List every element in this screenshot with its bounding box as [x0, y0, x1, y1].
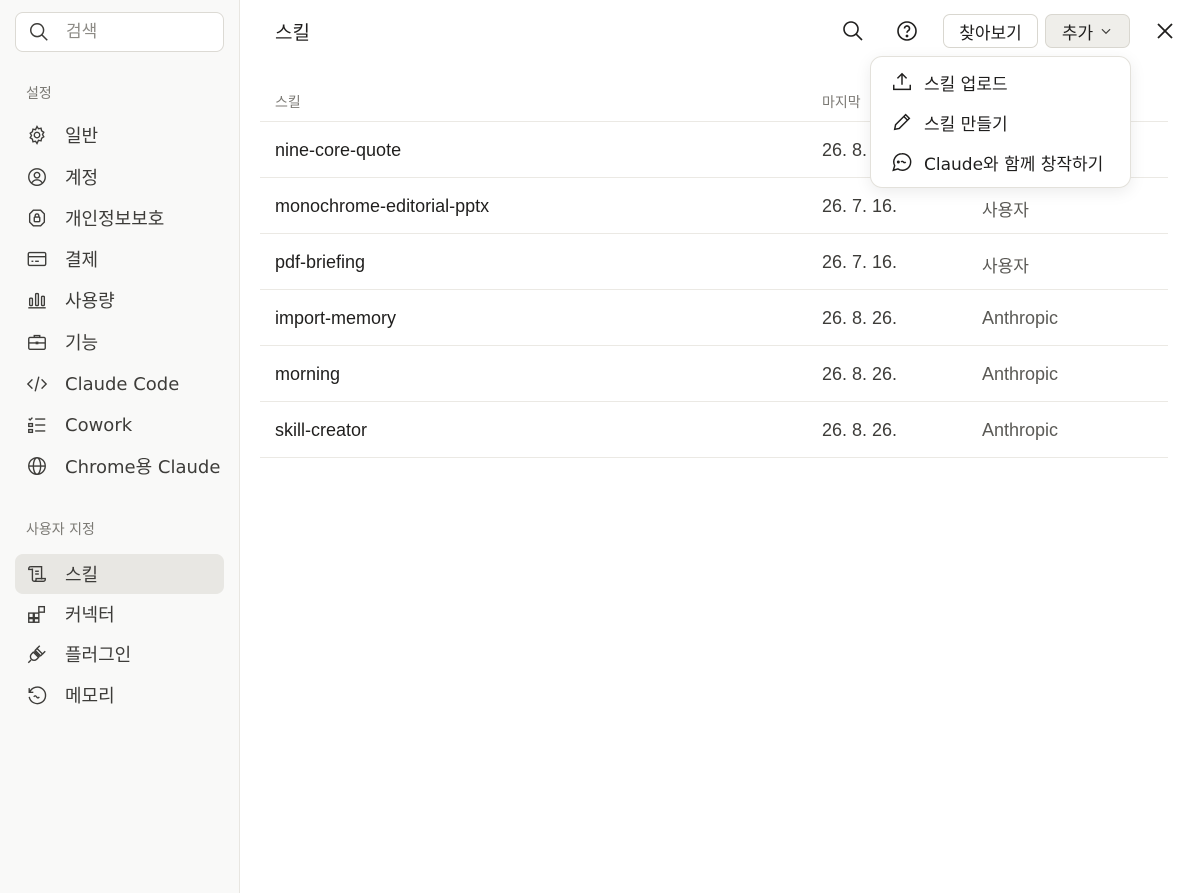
chevron-down-icon	[1101, 28, 1111, 35]
skill-name: import-memory	[275, 308, 397, 328]
table-row[interactable]: morning 26. 8. 26. Anthropic	[260, 346, 1168, 402]
add-button-label: 추가	[1061, 23, 1094, 44]
bar-chart-icon	[26, 289, 48, 311]
plug-icon	[26, 643, 48, 665]
search-button[interactable]	[836, 14, 870, 48]
sidebar-item-label: 일반	[65, 126, 99, 147]
table-row[interactable]: pdf-briefing 26. 7. 16. 사용자	[260, 234, 1168, 290]
sidebar-item-label: 사용량	[65, 291, 115, 312]
custom-section-label: 사용자 지정	[26, 522, 95, 538]
skill-date: 26. 8. 26.	[822, 308, 898, 328]
sidebar-item-general[interactable]: 일반	[15, 115, 224, 155]
skill-name: pdf-briefing	[275, 252, 366, 272]
sidebar-item-plugins[interactable]: 플러그인	[15, 634, 224, 674]
sidebar-item-billing[interactable]: 결제	[15, 239, 224, 279]
sidebar-item-label: 스킬	[65, 565, 99, 586]
globe-icon	[26, 455, 48, 477]
upload-icon	[893, 72, 911, 91]
skill-date: 26. 7. 16.	[822, 196, 898, 216]
credit-card-icon	[26, 248, 48, 270]
sidebar-item-features[interactable]: 기능	[15, 322, 224, 362]
skill-author: 사용자	[982, 257, 1029, 277]
sidebar-item-label: 플러그인	[65, 645, 132, 666]
sidebar-item-privacy[interactable]: 개인정보보호	[15, 198, 224, 238]
settings-section-label: 설정	[26, 86, 52, 102]
blocks-icon	[26, 603, 48, 625]
sidebar-item-label: 개인정보보호	[65, 209, 165, 230]
sidebar-item-memory[interactable]: 메모리	[15, 675, 224, 715]
skill-name: morning	[275, 364, 341, 384]
code-icon	[26, 373, 48, 395]
skill-author: 사용자	[982, 201, 1029, 221]
menu-item-create-with-claude[interactable]: Claude와 함께 창작하기	[879, 144, 1124, 180]
sidebar-item-label: Cowork	[65, 414, 133, 436]
menu-item-upload-skill[interactable]: 스킬 업로드	[879, 64, 1124, 100]
sidebar-item-claude-code[interactable]: Claude Code	[15, 364, 224, 404]
sidebar-item-connectors[interactable]: 커넥터	[15, 594, 224, 634]
help-button[interactable]	[890, 14, 924, 48]
sidebar-item-label: Chrome용 Claude	[65, 457, 221, 478]
skill-date: 26. 8. 26.	[822, 364, 898, 384]
sidebar-item-label: 커넥터	[65, 605, 115, 626]
sidebar-item-label: 계정	[65, 168, 99, 189]
sidebar-item-chrome[interactable]: Chrome용 Claude	[15, 446, 224, 486]
search-input[interactable]	[66, 22, 216, 42]
history-icon	[26, 684, 48, 706]
search-icon	[30, 23, 48, 41]
scroll-icon	[26, 563, 48, 585]
add-button[interactable]: 추가	[1045, 14, 1130, 48]
column-header-skill[interactable]: 스킬	[275, 92, 301, 112]
briefcase-icon	[26, 331, 48, 353]
menu-item-label: 스킬 만들기	[924, 114, 1008, 135]
sidebar: 설정 일반 계정 개인정보보호 결제 사용량 기능 Claude Code Co…	[0, 0, 240, 893]
sidebar-item-usage[interactable]: 사용량	[15, 280, 224, 320]
sidebar-item-label: 결제	[65, 250, 99, 271]
page-title: 스킬	[275, 22, 310, 44]
skill-date: 26. 7. 16.	[822, 252, 898, 272]
browse-button[interactable]: 찾아보기	[943, 14, 1038, 48]
table-row[interactable]: import-memory 26. 8. 26. Anthropic	[260, 290, 1168, 346]
skill-name: monochrome-editorial-pptx	[275, 196, 490, 216]
pencil-icon	[893, 113, 911, 131]
help-icon	[897, 21, 917, 41]
user-circle-icon	[26, 166, 48, 188]
skill-author: Anthropic	[982, 420, 1059, 440]
search-box[interactable]	[15, 12, 224, 52]
add-dropdown-menu: 스킬 업로드 스킬 만들기 Claude와 함께 창작하기	[870, 56, 1131, 188]
skill-name: skill-creator	[275, 420, 368, 440]
menu-item-label: 스킬 업로드	[924, 74, 1008, 95]
menu-item-create-skill[interactable]: 스킬 만들기	[879, 104, 1124, 140]
sidebar-item-label: 메모리	[65, 686, 115, 707]
shield-lock-icon	[26, 207, 48, 229]
sidebar-item-label: 기능	[65, 333, 99, 354]
column-header-last-modified[interactable]: 마지막	[822, 92, 861, 112]
sidebar-item-label: Claude Code	[65, 373, 180, 395]
skill-date: 26. 8. 26.	[822, 420, 898, 440]
close-button[interactable]	[1148, 14, 1182, 48]
checklist-icon	[26, 414, 48, 436]
skill-author: Anthropic	[982, 364, 1059, 384]
table-row[interactable]: skill-creator 26. 8. 26. Anthropic	[260, 402, 1168, 458]
search-icon	[843, 21, 863, 41]
gear-icon	[26, 124, 48, 146]
chat-bubble-icon	[892, 153, 912, 172]
sidebar-item-cowork[interactable]: Cowork	[15, 405, 224, 445]
sidebar-item-skills[interactable]: 스킬	[15, 554, 224, 594]
skill-name: nine-core-quote	[275, 140, 402, 160]
skill-author: Anthropic	[982, 308, 1059, 328]
menu-item-label: Claude와 함께 창작하기	[924, 154, 1104, 175]
close-icon	[1157, 23, 1173, 39]
sidebar-item-account[interactable]: 계정	[15, 157, 224, 197]
